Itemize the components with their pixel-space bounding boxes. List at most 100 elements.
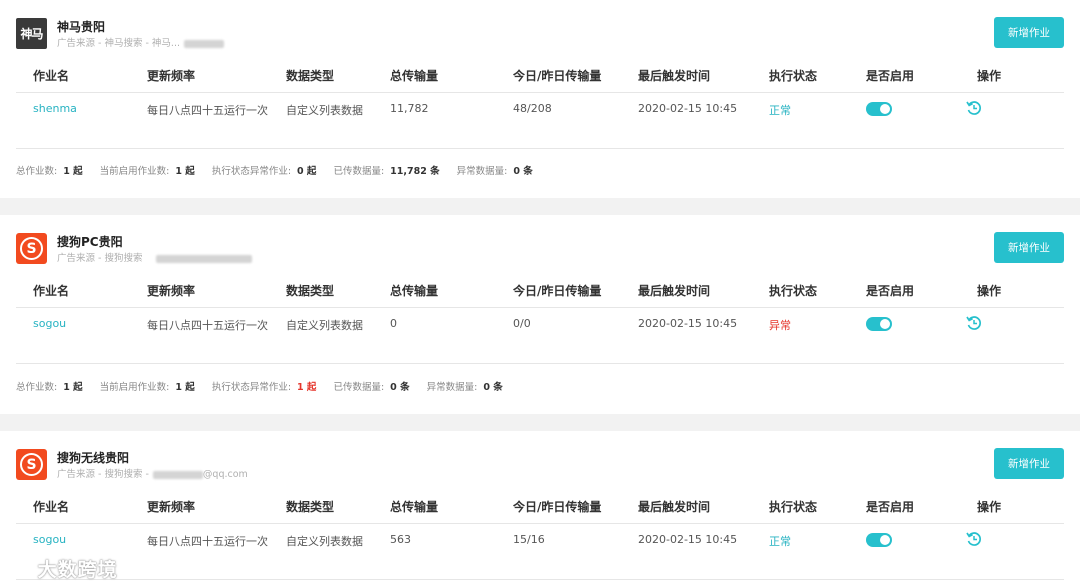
summary-total-label: 总作业数: — [16, 382, 58, 393]
job-today-yesterday: 48/208 — [513, 102, 552, 115]
col-header-frequency: 更新频率 — [147, 284, 196, 298]
rerun-icon[interactable] — [965, 99, 983, 117]
divider — [16, 579, 1064, 580]
summary-error-data-label: 异常数据量: — [456, 166, 508, 177]
col-header-total: 总传输量 — [390, 284, 439, 298]
add-job-button[interactable]: 新增作业 — [994, 448, 1064, 479]
col-header-status: 执行状态 — [769, 284, 818, 298]
toggle-knob — [880, 535, 890, 545]
job-frequency: 每日八点四十五运行一次 — [147, 535, 268, 548]
panel-title: 神马贵阳 — [57, 20, 106, 34]
job-total: 11,782 — [390, 102, 429, 115]
job-name-link[interactable]: sogou — [33, 317, 66, 330]
enabled-toggle[interactable] — [866, 317, 892, 331]
add-job-button[interactable]: 新增作业 — [994, 17, 1064, 48]
job-name-link[interactable]: sogou — [33, 533, 66, 546]
summary-error-data-value: 0 条 — [483, 382, 503, 393]
watermark-text: 大数跨境 — [37, 559, 118, 581]
summary-enabled-value: 1 起 — [175, 382, 195, 393]
divider — [16, 307, 1064, 308]
summary-transferred-value: 0 条 — [390, 382, 410, 393]
job-data-type: 自定义列表数据 — [286, 104, 363, 117]
add-job-button[interactable]: 新增作业 — [994, 232, 1064, 263]
ad-source: 广告来源 - 搜狗搜索 - @qq.com — [57, 469, 248, 480]
panel-title: 搜狗无线贵阳 — [57, 451, 130, 465]
job-today-yesterday: 0/0 — [513, 317, 531, 330]
job-last-trigger: 2020-02-15 10:45 — [638, 102, 738, 115]
summary-total-value: 1 起 — [63, 166, 83, 177]
shenma-logo: 神马 — [16, 18, 47, 49]
divider — [16, 92, 1064, 93]
job-panel-sogou-pc: S 搜狗PC贵阳 广告来源 - 搜狗搜索 新增作业 作业名 更新频率 数据类型 … — [0, 215, 1080, 414]
col-header-frequency: 更新频率 — [147, 500, 196, 514]
job-status: 异常 — [769, 319, 791, 332]
divider — [16, 148, 1064, 149]
summary-enabled-label: 当前启用作业数: — [99, 166, 170, 177]
job-total: 0 — [390, 317, 397, 330]
summary-abnormal-value: 0 起 — [297, 166, 317, 177]
rerun-icon[interactable] — [965, 314, 983, 332]
summary-abnormal-value: 1 起 — [297, 382, 317, 393]
col-header-data-type: 数据类型 — [286, 284, 335, 298]
col-header-last-trigger: 最后触发时间 — [638, 284, 711, 298]
col-header-name: 作业名 — [33, 69, 70, 83]
col-header-last-trigger: 最后触发时间 — [638, 500, 711, 514]
col-header-total: 总传输量 — [390, 69, 439, 83]
sogou-logo-letter: S — [20, 237, 43, 260]
col-header-today-yesterday: 今日/昨日传输量 — [513, 69, 602, 83]
redacted-text — [156, 254, 253, 263]
col-header-data-type: 数据类型 — [286, 500, 335, 514]
ad-source-email-suffix: @qq.com — [202, 469, 248, 480]
enabled-toggle[interactable] — [866, 102, 892, 116]
enabled-toggle[interactable] — [866, 533, 892, 547]
ad-source: 广告来源 - 搜狗搜索 — [57, 250, 253, 264]
col-header-today-yesterday: 今日/昨日传输量 — [513, 500, 602, 514]
redacted-text — [152, 470, 203, 479]
job-last-trigger: 2020-02-15 10:45 — [638, 533, 738, 546]
job-status: 正常 — [769, 535, 791, 548]
job-frequency: 每日八点四十五运行一次 — [147, 104, 268, 117]
job-last-trigger: 2020-02-15 10:45 — [638, 317, 738, 330]
col-header-status: 执行状态 — [769, 500, 818, 514]
summary-bar: 总作业数: 1 起 当前启用作业数: 1 起 执行状态异常作业: 0 起 已传数据量:… — [16, 163, 547, 177]
watermark-icon — [8, 561, 28, 576]
summary-enabled-value: 1 起 — [175, 166, 195, 177]
col-header-status: 执行状态 — [769, 69, 818, 83]
job-panel-shenma: 神马 神马贵阳 广告来源 - 神马搜索 - 神马... 新增作业 作业名 更新频… — [0, 0, 1080, 198]
ad-source: 广告来源 - 神马搜索 - 神马... — [57, 35, 224, 49]
divider — [16, 363, 1064, 364]
job-data-type: 自定义列表数据 — [286, 319, 363, 332]
summary-error-data-label: 异常数据量: — [426, 382, 478, 393]
summary-transferred-label: 已传数据量: — [333, 166, 385, 177]
summary-transferred-value: 11,782 条 — [390, 166, 440, 177]
summary-error-data-value: 0 条 — [513, 166, 533, 177]
toggle-knob — [880, 104, 890, 114]
col-header-actions: 操作 — [977, 284, 1002, 298]
summary-enabled-label: 当前启用作业数: — [99, 382, 170, 393]
watermark-logo: 大数跨境 — [8, 555, 118, 582]
rerun-icon[interactable] — [965, 530, 983, 548]
job-data-type: 自定义列表数据 — [286, 535, 363, 548]
col-header-enabled: 是否启用 — [866, 500, 915, 514]
col-header-last-trigger: 最后触发时间 — [638, 69, 711, 83]
col-header-enabled: 是否启用 — [866, 69, 915, 83]
col-header-total: 总传输量 — [390, 500, 439, 514]
sogou-logo: S — [16, 449, 47, 480]
summary-abnormal-label: 执行状态异常作业: — [211, 166, 292, 177]
job-status: 正常 — [769, 104, 791, 117]
summary-total-value: 1 起 — [63, 382, 83, 393]
job-name-link[interactable]: shenma — [33, 102, 77, 115]
col-header-frequency: 更新频率 — [147, 69, 196, 83]
job-today-yesterday: 15/16 — [513, 533, 545, 546]
panel-title: 搜狗PC贵阳 — [57, 235, 123, 249]
redacted-text — [184, 39, 224, 48]
col-header-name: 作业名 — [33, 284, 70, 298]
summary-total-label: 总作业数: — [16, 166, 58, 177]
sogou-logo-letter: S — [20, 453, 43, 476]
job-panel-sogou-wireless: S 搜狗无线贵阳 广告来源 - 搜狗搜索 - @qq.com 新增作业 作业名 更… — [0, 431, 1080, 587]
col-header-data-type: 数据类型 — [286, 69, 335, 83]
col-header-name: 作业名 — [33, 500, 70, 514]
divider — [16, 523, 1064, 524]
toggle-knob — [880, 319, 890, 329]
col-header-actions: 操作 — [977, 500, 1002, 514]
